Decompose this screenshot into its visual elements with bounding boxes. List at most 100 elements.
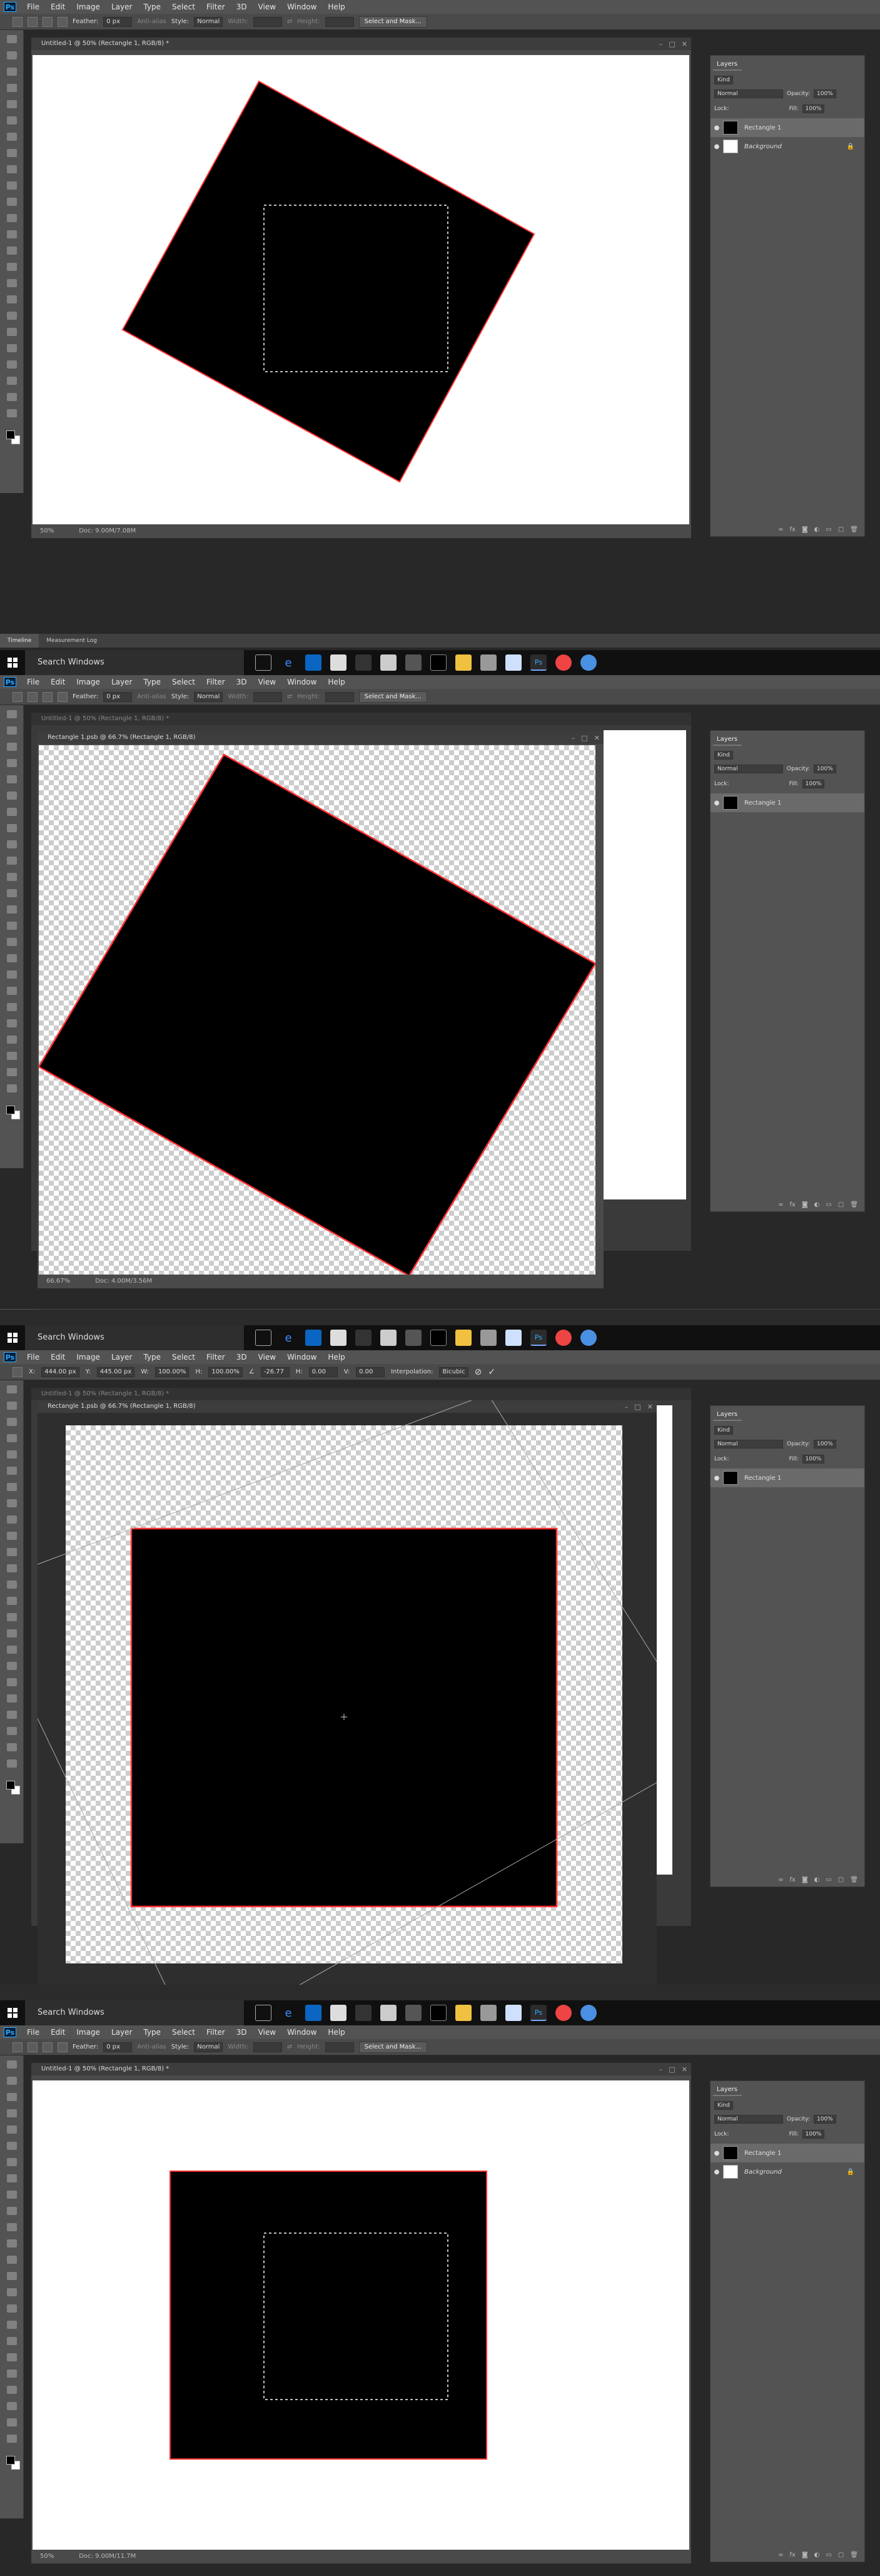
select-and-mask-button[interactable]: Select and Mask... (358, 16, 427, 28)
tool-icon[interactable] (7, 2386, 17, 2394)
menu-filter[interactable]: Filter (201, 0, 231, 14)
menu-file[interactable]: File (21, 1350, 45, 1364)
swap-icon[interactable]: ⇄ (287, 2044, 292, 2050)
tool-icon[interactable] (7, 100, 17, 108)
close-icon[interactable]: ✕ (594, 734, 600, 742)
menu-filter[interactable]: Filter (201, 675, 231, 689)
start-button[interactable] (0, 2000, 25, 2025)
background-document-tab[interactable]: Untitled-1 @ 50% (Rectangle 1, RGB/8) * (31, 1388, 691, 1400)
photoshop-icon[interactable]: Ps (530, 1330, 547, 1346)
height-input[interactable] (325, 691, 354, 702)
tool-icon[interactable] (7, 279, 17, 287)
terminal-icon[interactable] (430, 1330, 447, 1346)
tool-icon[interactable] (7, 954, 17, 962)
maximize-icon[interactable]: □ (669, 40, 675, 48)
subtract-selection-icon[interactable] (58, 691, 68, 702)
store-icon[interactable] (305, 1330, 321, 1346)
kind-filter[interactable]: Kind (714, 751, 733, 760)
menu-image[interactable]: Image (71, 675, 106, 689)
task-view-icon[interactable] (255, 2005, 271, 2021)
fill-input[interactable]: 100% (802, 104, 825, 113)
tool-icon[interactable] (7, 2239, 17, 2248)
chrome-icon[interactable] (555, 2005, 572, 2021)
document-tab[interactable]: Untitled-1 @ 50% (Rectangle 1, RGB/8) * (31, 38, 691, 50)
folder-icon[interactable] (455, 1330, 472, 1346)
tool-icon[interactable] (7, 743, 17, 751)
menu-select[interactable]: Select (166, 2025, 201, 2039)
layers-tab[interactable]: Layers (713, 1408, 742, 1421)
trash-icon[interactable]: 🗑 (850, 1876, 858, 1883)
photoshop-icon[interactable]: Ps (530, 654, 547, 671)
tool-icon[interactable] (7, 2174, 17, 2182)
explorer-icon[interactable] (405, 1330, 422, 1346)
folder-icon[interactable]: ▭ (826, 2552, 831, 2558)
tool-icon[interactable] (7, 2353, 17, 2361)
start-button[interactable] (0, 1325, 25, 1350)
layer-row-background[interactable]: ● Background 🔒 (711, 2162, 864, 2181)
bag-icon[interactable] (380, 2005, 397, 2021)
tool-icon[interactable] (7, 1515, 17, 1524)
marquee-tool-icon[interactable] (13, 2042, 23, 2052)
adjustment-icon[interactable]: ◐ (814, 2552, 820, 2558)
tool-icon[interactable] (7, 775, 17, 783)
edge-icon[interactable]: e (280, 1330, 296, 1346)
menu-help[interactable]: Help (322, 675, 350, 689)
tool-icon[interactable] (7, 1084, 17, 1092)
menu-window[interactable]: Window (281, 2025, 322, 2039)
foreground-color-swatch[interactable] (6, 1106, 15, 1114)
fill-input[interactable]: 100% (802, 1455, 825, 1464)
tool-icon[interactable] (7, 824, 17, 832)
tool-icon[interactable] (7, 1597, 17, 1605)
trash-icon[interactable]: 🗑 (850, 526, 858, 533)
new-selection-icon[interactable] (28, 691, 38, 702)
height-input[interactable] (325, 2042, 354, 2052)
blend-mode-select[interactable]: Normal (714, 765, 783, 773)
commit-transform-icon[interactable]: ✓ (488, 1367, 495, 1377)
v-skew-input[interactable]: 0.00 (356, 1367, 385, 1377)
menu-view[interactable]: View (253, 1350, 281, 1364)
menu-3d[interactable]: 3D (231, 675, 253, 689)
tool-icon[interactable] (7, 922, 17, 930)
maximize-icon[interactable]: □ (581, 734, 587, 742)
fx-icon[interactable]: fx (790, 526, 796, 533)
menu-window[interactable]: Window (281, 0, 322, 14)
menu-type[interactable]: Type (138, 675, 166, 689)
eye-icon[interactable]: ● (711, 125, 723, 131)
tool-icon[interactable] (7, 905, 17, 914)
layers-tab[interactable]: Layers (713, 2084, 742, 2096)
notes-icon[interactable] (505, 1330, 522, 1346)
tool-icon[interactable] (7, 328, 17, 336)
tool-icon[interactable] (7, 1385, 17, 1393)
tool-icon[interactable] (7, 312, 17, 320)
tool-icon[interactable] (7, 1613, 17, 1621)
timeline-tab[interactable]: Timeline (0, 634, 39, 648)
fx-icon[interactable]: fx (790, 1201, 796, 1208)
link-icon[interactable]: ∞ (778, 2552, 783, 2558)
adjustment-icon[interactable]: ◐ (814, 1876, 820, 1883)
foreground-color-swatch[interactable] (6, 430, 15, 439)
tool-icon[interactable] (7, 116, 17, 125)
layer-row-rectangle[interactable]: ● Rectangle 1 (711, 118, 864, 137)
feather-input[interactable]: 0 px (103, 16, 133, 27)
tool-icon[interactable] (7, 2093, 17, 2101)
edge-icon[interactable]: e (280, 2005, 296, 2021)
tool-icon[interactable] (7, 938, 17, 946)
opacity-input[interactable]: 100% (814, 2115, 836, 2124)
new-layer-icon[interactable]: ▢ (838, 1201, 844, 1208)
menu-edit[interactable]: Edit (45, 2025, 71, 2039)
fx-icon[interactable]: fx (790, 2552, 796, 2558)
menu-3d[interactable]: 3D (231, 2025, 253, 2039)
w-input[interactable]: 100.00% (154, 1367, 190, 1377)
document-tab[interactable]: Rectangle 1.psb @ 66.7% (Rectangle 1, RG… (38, 731, 604, 744)
close-icon[interactable]: ✕ (682, 40, 687, 48)
new-selection-icon[interactable] (28, 2042, 38, 2052)
adjustment-icon[interactable]: ◐ (814, 1201, 820, 1208)
menu-view[interactable]: View (253, 2025, 281, 2039)
minimize-icon[interactable]: – (572, 734, 575, 742)
chrome-icon[interactable] (555, 654, 572, 671)
bag-icon[interactable] (380, 654, 397, 671)
kind-filter[interactable]: Kind (714, 2101, 733, 2110)
eye-icon[interactable]: ● (711, 800, 723, 807)
menu-layer[interactable]: Layer (106, 1350, 138, 1364)
menu-edit[interactable]: Edit (45, 0, 71, 14)
